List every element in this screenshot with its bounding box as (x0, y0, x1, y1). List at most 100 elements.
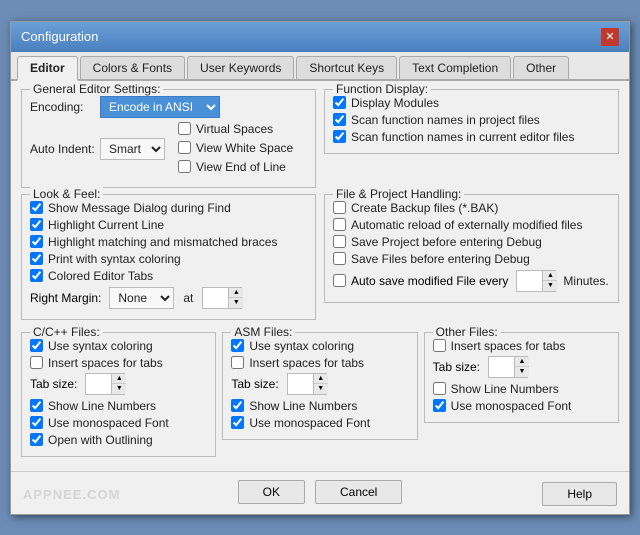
middle-row: Look & Feel: Show Message Dialog during … (21, 194, 619, 326)
asm-use-monospaced-checkbox[interactable] (231, 416, 244, 429)
cancel-button[interactable]: Cancel (315, 480, 402, 504)
tab-colors-fonts[interactable]: Colors & Fonts (80, 56, 185, 79)
auto-indent-row: Auto Indent: Smart Virtual Spaces Vi (30, 122, 307, 177)
tab-shortcut-keys[interactable]: Shortcut Keys (296, 56, 397, 79)
auto-save-input[interactable]: 5 (517, 273, 542, 289)
create-backup-label: Create Backup files (*.BAK) (351, 201, 498, 215)
view-white-space-checkbox[interactable] (178, 141, 191, 154)
other-use-monospaced-checkbox[interactable] (433, 399, 446, 412)
create-backup-checkbox[interactable] (333, 201, 346, 214)
right-margin-dropdown[interactable]: None (109, 287, 174, 309)
save-files-checkbox[interactable] (333, 252, 346, 265)
auto-save-up-arrow[interactable]: ▲ (543, 271, 557, 281)
top-row: General Editor Settings: Encoding: Encod… (21, 89, 619, 194)
asm-tab-size-row: Tab size: 4 ▲ ▼ (231, 373, 408, 395)
cpp-show-line-numbers-checkbox[interactable] (30, 399, 43, 412)
save-project-checkbox[interactable] (333, 235, 346, 248)
cpp-tab-spinbox: 2 ▲ ▼ (85, 373, 125, 395)
show-message-checkbox[interactable] (30, 201, 43, 214)
asm-tab-spinbox: 4 ▲ ▼ (287, 373, 327, 395)
ok-button[interactable]: OK (238, 480, 305, 504)
other-use-monospaced-label: Use monospaced Font (451, 399, 572, 413)
cpp-tab-input[interactable]: 2 (86, 376, 111, 392)
other-tab-input[interactable]: 4 (489, 359, 514, 375)
other-insert-spaces-checkbox[interactable] (433, 339, 446, 352)
help-button[interactable]: Help (542, 482, 617, 506)
asm-show-line-numbers-label: Show Line Numbers (249, 399, 357, 413)
view-end-of-line-row: View End of Line (178, 160, 293, 174)
cpp-use-syntax-checkbox[interactable] (30, 339, 43, 352)
cpp-tab-up[interactable]: ▲ (112, 374, 126, 384)
view-end-of-line-label: View End of Line (196, 160, 286, 174)
show-message-label: Show Message Dialog during Find (48, 201, 231, 215)
print-syntax-checkbox[interactable] (30, 252, 43, 265)
cpp-insert-spaces-row: Insert spaces for tabs (30, 356, 207, 370)
cpp-use-monospaced-label: Use monospaced Font (48, 416, 169, 430)
scan-project-checkbox[interactable] (333, 113, 346, 126)
asm-use-monospaced-row: Use monospaced Font (231, 416, 408, 430)
dialog-title: Configuration (21, 29, 98, 44)
asm-tab-down[interactable]: ▼ (314, 384, 328, 394)
auto-reload-checkbox[interactable] (333, 218, 346, 231)
other-use-monospaced-row: Use monospaced Font (433, 399, 610, 413)
general-editor-group: General Editor Settings: Encoding: Encod… (21, 89, 316, 188)
tab-other[interactable]: Other (513, 56, 569, 79)
right-margin-label: Right Margin: (30, 291, 101, 305)
highlight-matching-checkbox[interactable] (30, 235, 43, 248)
tab-text-completion[interactable]: Text Completion (399, 56, 511, 79)
cpp-show-line-numbers-label: Show Line Numbers (48, 399, 156, 413)
tab-user-keywords[interactable]: User Keywords (187, 56, 294, 79)
look-feel-group: Look & Feel: Show Message Dialog during … (21, 194, 316, 320)
cpp-open-outlining-checkbox[interactable] (30, 433, 43, 446)
asm-tab-up[interactable]: ▲ (314, 374, 328, 384)
cpp-use-monospaced-checkbox[interactable] (30, 416, 43, 429)
general-editor-label: General Editor Settings: (30, 82, 163, 96)
auto-indent-label: Auto Indent: (30, 142, 95, 156)
cpp-insert-spaces-checkbox[interactable] (30, 356, 43, 369)
save-project-row: Save Project before entering Debug (333, 235, 610, 249)
other-show-line-numbers-row: Show Line Numbers (433, 382, 610, 396)
asm-files-group: ASM Files: Use syntax coloring Insert sp… (222, 332, 417, 440)
asm-tab-input[interactable]: 4 (288, 376, 313, 392)
close-button[interactable]: ✕ (601, 28, 619, 46)
tab-editor[interactable]: Editor (17, 56, 78, 81)
cpp-tab-down[interactable]: ▼ (112, 384, 126, 394)
margin-up-arrow[interactable]: ▲ (229, 288, 243, 298)
encoding-dropdown[interactable]: Encode in ANSI (100, 96, 220, 118)
auto-save-checkbox[interactable] (333, 274, 346, 287)
show-message-row: Show Message Dialog during Find (30, 201, 307, 215)
asm-show-line-numbers-checkbox[interactable] (231, 399, 244, 412)
cpp-use-syntax-row: Use syntax coloring (30, 339, 207, 353)
margin-spinbox: 80 ▲ ▼ (202, 287, 242, 309)
file-project-col: File & Project Handling: Create Backup f… (324, 194, 619, 326)
display-modules-checkbox[interactable] (333, 96, 346, 109)
other-tab-up[interactable]: ▲ (515, 357, 529, 367)
cpp-files-col: C/C++ Files: Use syntax coloring Insert … (21, 332, 216, 463)
asm-insert-spaces-label: Insert spaces for tabs (249, 356, 364, 370)
scan-project-row: Scan function names in project files (333, 113, 610, 127)
cpp-tab-size-row: Tab size: 2 ▲ ▼ (30, 373, 207, 395)
view-white-space-label: View White Space (196, 141, 293, 155)
asm-insert-spaces-checkbox[interactable] (231, 356, 244, 369)
other-insert-spaces-row: Insert spaces for tabs (433, 339, 610, 353)
file-project-group: File & Project Handling: Create Backup f… (324, 194, 619, 303)
scan-editor-checkbox[interactable] (333, 130, 346, 143)
other-show-line-numbers-checkbox[interactable] (433, 382, 446, 395)
colored-editor-tabs-checkbox[interactable] (30, 269, 43, 282)
encoding-label: Encoding: (30, 100, 95, 114)
asm-use-syntax-checkbox[interactable] (231, 339, 244, 352)
function-display-group: Function Display: Display Modules Scan f… (324, 89, 619, 154)
auto-save-label: Auto save modified File every (351, 274, 508, 288)
highlight-matching-row: Highlight matching and mismatched braces (30, 235, 307, 249)
view-end-of-line-checkbox[interactable] (178, 160, 191, 173)
minutes-label: Minutes. (563, 274, 608, 288)
margin-input[interactable]: 80 (203, 290, 228, 306)
highlight-current-checkbox[interactable] (30, 218, 43, 231)
auto-save-down-arrow[interactable]: ▼ (543, 281, 557, 291)
virtual-spaces-checkbox[interactable] (178, 122, 191, 135)
create-backup-row: Create Backup files (*.BAK) (333, 201, 610, 215)
other-tab-down[interactable]: ▼ (515, 367, 529, 377)
margin-down-arrow[interactable]: ▼ (229, 298, 243, 308)
at-label: at (183, 291, 193, 305)
auto-indent-dropdown[interactable]: Smart (100, 138, 165, 160)
